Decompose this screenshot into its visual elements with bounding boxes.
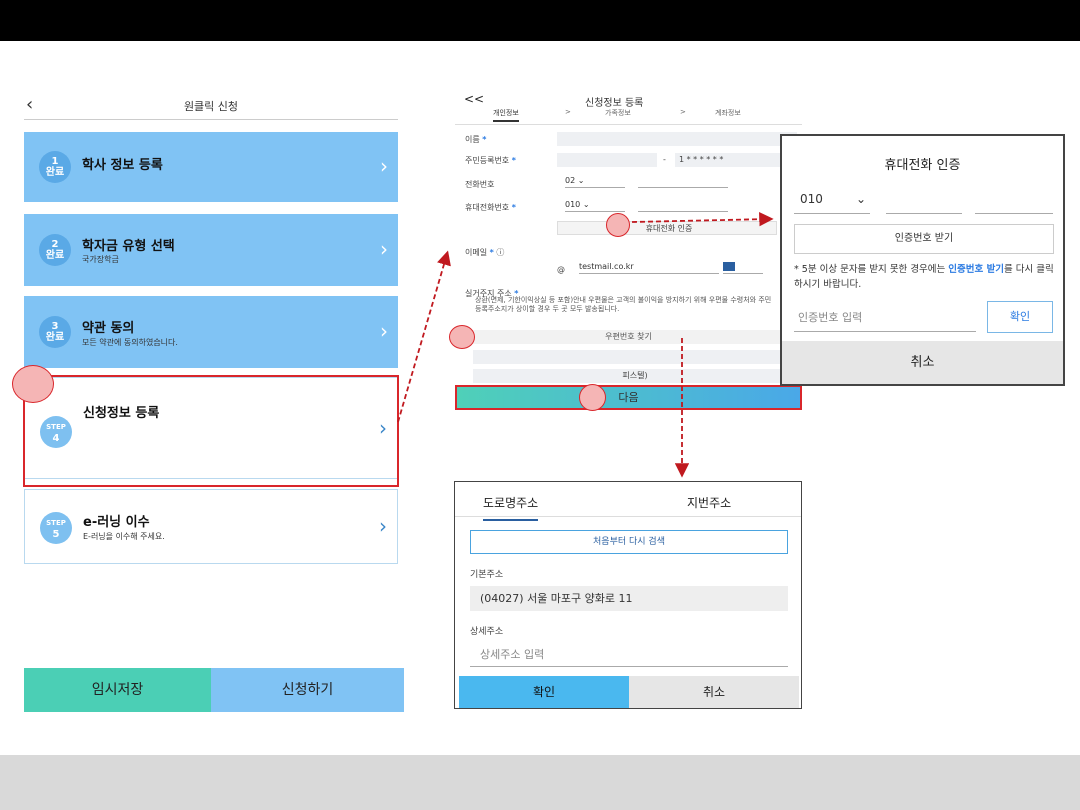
phone-auth-popup: 휴대전화 인증 010 ⌄ 인증번호 받기 * 5분 이상 문자를 받지 못한 경… [780,134,1065,386]
top-bar [0,0,1080,41]
address-note: 상환(면제, 기한이익상실 등 포함)안내 우편물은 고객의 불이익을 방지하기… [475,296,772,313]
base-address-label: 기본주소 [470,570,504,580]
application-form-panel: << 신청정보 등록 개인정보 > 가족정보 > 계좌정보 이름 * 주민등록번… [455,90,802,410]
temp-save-button[interactable]: 임시저장 [24,668,211,712]
form-tabs: 개인정보 > 가족정보 > 계좌정보 [475,108,795,122]
email-at: @ [557,265,565,274]
step-subtitle: 국가장학금 [82,255,119,264]
phone-label: 전화번호 [465,180,495,189]
rrn-front-field[interactable] [557,153,657,167]
info-icon: ⓘ [496,248,505,257]
step-card-3[interactable]: 3 완료 약관 동의 모든 약관에 동의하였습니다. › [24,296,398,368]
step-badge: 3 완료 [39,316,71,348]
postcode-field[interactable] [473,350,793,364]
step-title: 학사 정보 등록 [82,158,163,173]
tab-personal[interactable]: 개인정보 [493,108,519,122]
mobile-verify-button[interactable]: 휴대전화 인증 [557,221,777,235]
email-domain-field[interactable]: testmail.co.kr [579,262,719,274]
email-domain-select[interactable] [723,262,763,274]
confirm-button[interactable]: 확인 [987,301,1053,333]
step-card-5[interactable]: STEP 5 e-러닝 이수 E-러닝을 이수해 주세요. › [24,489,398,564]
divider [455,124,802,125]
click-indicator [579,384,606,411]
rrn-back-field[interactable]: 1 * * * * * * [675,153,795,167]
name-field[interactable] [557,132,797,146]
bottom-bar [0,755,1080,810]
detail-address-input[interactable]: 상세주소 입력 [470,642,788,667]
step-title: 학자금 유형 선택 [82,239,175,254]
phone-middle-input[interactable] [886,186,962,214]
chevron-right-icon: › [380,237,388,261]
popup-note: * 5분 이상 문자를 받지 못한 경우에는 인증번호 받기를 다시 클릭하시기… [794,264,1054,290]
detail-address-label: 상세주소 [470,627,504,637]
step-badge: STEP 5 [40,512,72,544]
cancel-button[interactable]: 취소 [782,341,1063,384]
chevron-down-icon: ⌄ [577,176,585,185]
tab-account[interactable]: 계좌정보 [715,108,741,118]
click-indicator [12,365,54,403]
chevron-down-icon [723,262,735,271]
click-indicator [606,213,630,237]
tab-separator: > [565,108,571,116]
base-address-field: (04027) 서울 마포구 양화로 11 [470,586,788,611]
click-indicator [449,325,475,349]
step-subtitle: 모든 약관에 동의하였습니다. [82,338,178,347]
rrn-label: 주민등록번호 * [465,156,516,165]
code-input[interactable]: 인증번호 입력 [794,304,976,332]
postcode-search-button[interactable]: 우편번호 찾기 [455,330,802,344]
email-label: 이메일 * ⓘ [465,248,505,257]
chevron-down-icon: ⌄ [582,200,590,209]
phone-middle-field[interactable] [638,176,728,188]
carrier-prefix-select[interactable]: 010 ⌄ [794,186,870,214]
panel-header: ‹ 원클릭 신청 [24,90,398,120]
chevron-right-icon: › [379,514,387,538]
address-search-popup: 도로명주소 지번주소 처음부터 다시 검색 기본주소 (04027) 서울 마포… [454,481,802,709]
apply-button[interactable]: 신청하기 [211,668,404,712]
step-badge: 1 완료 [39,151,71,183]
mobile-prefix-select[interactable]: 010 ⌄ [565,200,625,212]
get-code-button[interactable]: 인증번호 받기 [794,224,1054,254]
name-label: 이름 * [465,135,487,144]
popup-title: 휴대전화 인증 [884,158,961,173]
step-card-1[interactable]: 1 완료 학사 정보 등록 › [24,132,398,202]
step-title: 약관 동의 [82,321,135,336]
chevron-right-icon: › [380,154,388,178]
step-card-2[interactable]: 2 완료 학자금 유형 선택 국가장학금 › [24,214,398,286]
step4-highlight-box [23,375,399,487]
step-subtitle: E-러닝을 이수해 주세요. [83,532,165,541]
chevron-down-icon: ⌄ [855,192,866,206]
form-title: 신청정보 등록 [585,98,644,109]
address-cancel-button[interactable]: 취소 [629,676,799,708]
tab-family[interactable]: 가족정보 [605,108,631,118]
divider [455,516,801,517]
next-button[interactable]: 다음 [455,385,802,410]
arrow-step4-to-form [397,250,451,423]
address-confirm-button[interactable]: 확인 [459,676,629,708]
phone-prefix-select[interactable]: 02 ⌄ [565,176,625,188]
rrn-dash: - [663,155,666,164]
phone-last-input[interactable] [975,186,1053,214]
mobile-label: 휴대전화번호 * [465,203,516,212]
chevron-right-icon: › [380,319,388,343]
tab-lot-address[interactable]: 지번주소 [687,494,731,511]
step-badge: 2 완료 [39,234,71,266]
tab-separator: > [680,108,686,116]
back-double-arrow-icon[interactable]: << [464,92,484,106]
research-button[interactable]: 처음부터 다시 검색 [470,530,788,554]
panel-title: 원클릭 신청 [183,100,239,113]
step-title: e-러닝 이수 [83,515,150,530]
mobile-middle-field[interactable] [638,200,728,212]
address-detail-field[interactable]: 피스텔) [473,369,793,383]
